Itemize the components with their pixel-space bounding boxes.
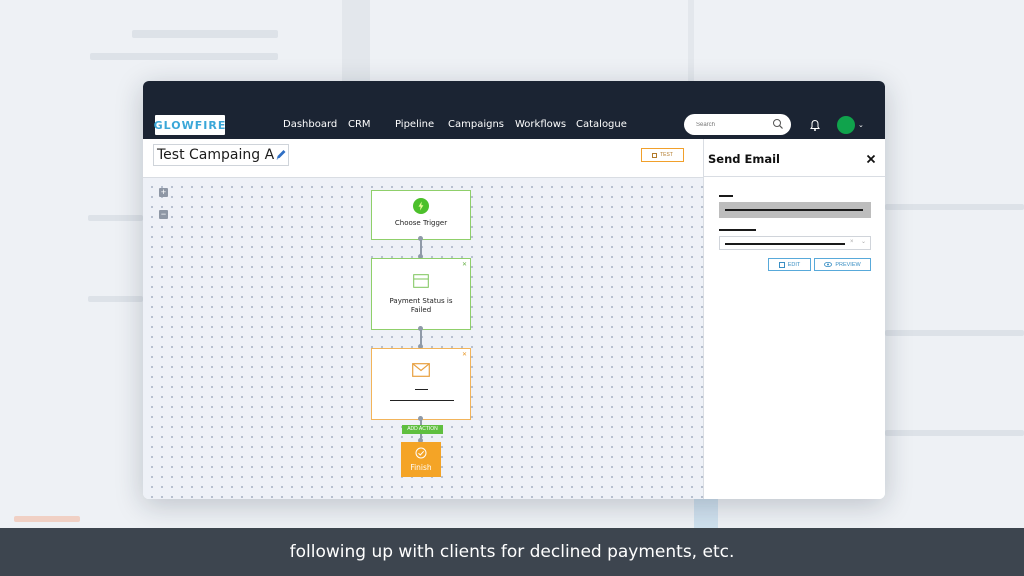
finish-label: Finish	[410, 463, 432, 472]
action-subtitle-placeholder	[390, 400, 454, 401]
flask-icon	[652, 152, 658, 158]
connector-dot	[418, 416, 423, 421]
background-bar	[90, 53, 278, 60]
field-label-placeholder	[719, 195, 733, 197]
field-value-placeholder	[725, 209, 863, 211]
add-action-button[interactable]: ADD ACTION	[402, 425, 443, 434]
top-navbar: GLOWFIRE Dashboard CRM Pipeline Campaign…	[143, 81, 885, 139]
test-button-label: TEST	[660, 152, 673, 158]
edit-button[interactable]: EDIT	[768, 258, 811, 271]
search-input[interactable]	[696, 118, 766, 131]
send-email-node[interactable]: ✕	[371, 348, 471, 420]
chevron-down-icon[interactable]: ⌄	[858, 121, 864, 129]
logo-text: GLOWFIRE	[153, 118, 227, 132]
nav-campaigns[interactable]: Campaigns	[448, 119, 504, 130]
preview-button-label: PREVIEW	[835, 261, 861, 268]
app-window: GLOWFIRE Dashboard CRM Pipeline Campaign…	[143, 81, 885, 499]
caption-bar: following up with clients for declined p…	[0, 528, 1024, 576]
select-value-placeholder	[725, 243, 845, 245]
condition-icon	[413, 274, 429, 288]
campaign-name-field[interactable]: Test Campaing A	[153, 144, 289, 166]
close-icon[interactable]: ✕	[462, 351, 467, 358]
workflow-canvas[interactable]: + − Choose Trigger ✕ Payment Status is F…	[143, 178, 703, 499]
trigger-icon	[413, 198, 429, 214]
nav-pipeline[interactable]: Pipeline	[395, 119, 434, 130]
close-icon[interactable]	[866, 154, 876, 164]
zoom-in-button[interactable]: +	[159, 188, 168, 197]
preview-button[interactable]: PREVIEW	[814, 258, 871, 271]
background-column	[694, 499, 718, 528]
edit-icon	[778, 261, 785, 268]
background-bar	[885, 430, 1024, 436]
background-bar	[885, 330, 1024, 336]
background-column	[688, 0, 694, 81]
avatar[interactable]	[837, 116, 855, 134]
condition-label: Payment Status is Failed	[389, 297, 453, 314]
panel-title: Send Email	[708, 152, 780, 166]
connector-dot	[418, 236, 423, 241]
envelope-icon	[412, 363, 430, 377]
condition-node[interactable]: ✕ Payment Status is Failed	[371, 258, 471, 330]
bell-icon[interactable]	[809, 119, 821, 132]
nav-crm[interactable]: CRM	[348, 119, 371, 130]
test-button[interactable]: TEST	[641, 148, 684, 162]
action-title-placeholder	[415, 389, 428, 390]
trigger-label: Choose Trigger	[394, 219, 448, 227]
caption-text: following up with clients for declined p…	[289, 542, 735, 562]
eye-icon	[824, 262, 833, 267]
background-bar	[88, 296, 143, 302]
search-icon[interactable]	[772, 118, 784, 130]
nav-dashboard[interactable]: Dashboard	[283, 119, 337, 130]
background-bar	[88, 215, 143, 221]
trigger-node[interactable]: Choose Trigger	[371, 190, 471, 240]
background-bar	[14, 516, 80, 522]
background-column	[342, 0, 370, 81]
send-email-panel: Send Email × ⌄ EDIT PREVIEW	[703, 139, 885, 499]
chevron-down-icon[interactable]: ⌄	[861, 238, 866, 245]
finish-node[interactable]: Finish	[401, 442, 441, 477]
clear-icon[interactable]: ×	[850, 239, 854, 245]
search-box[interactable]	[684, 114, 791, 135]
connector-dot	[418, 326, 423, 331]
campaign-title: Test Campaing A	[157, 147, 275, 163]
zoom-out-button[interactable]: −	[159, 210, 168, 219]
nav-catalogue[interactable]: Catalogue	[576, 119, 627, 130]
pencil-icon[interactable]	[275, 148, 287, 161]
panel-divider	[704, 176, 885, 177]
background-bar	[885, 204, 1024, 210]
close-icon[interactable]: ✕	[462, 261, 467, 268]
check-circle-icon	[415, 447, 427, 459]
template-select[interactable]: × ⌄	[719, 236, 871, 250]
field-label-placeholder	[719, 229, 756, 231]
background-bar	[132, 30, 278, 38]
campaign-title-bar: Test Campaing A TEST	[143, 139, 703, 178]
edit-button-label: EDIT	[787, 261, 801, 268]
nav-workflows[interactable]: Workflows	[515, 119, 566, 130]
from-field[interactable]	[719, 202, 871, 218]
glowfire-logo[interactable]: GLOWFIRE	[153, 115, 227, 135]
